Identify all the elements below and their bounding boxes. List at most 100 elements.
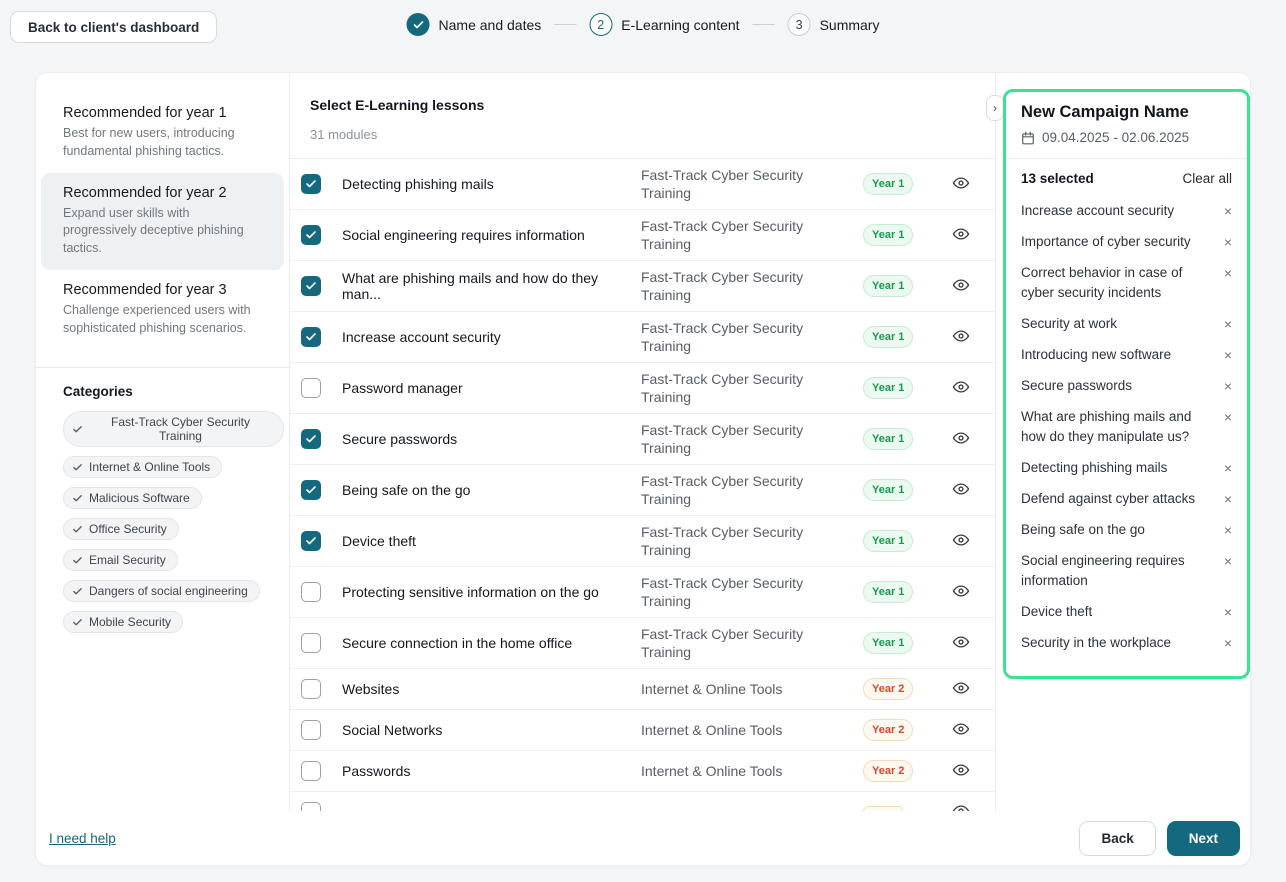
recommendation-title: Recommended for year 2: [63, 185, 262, 201]
preview-lesson-button[interactable]: [951, 802, 971, 811]
remove-item-button[interactable]: ×: [1224, 201, 1232, 221]
recommendation-description: Expand user skills with progressively de…: [63, 205, 262, 258]
year-badge: Year 1: [863, 479, 913, 501]
preview-lesson-button[interactable]: [951, 174, 971, 194]
category-chip[interactable]: Office Security: [63, 518, 179, 540]
preview-lesson-button[interactable]: [951, 480, 971, 500]
lesson-checkbox[interactable]: [301, 480, 321, 500]
lesson-category: Fast-Track Cyber Security Training: [641, 166, 851, 202]
preview-lesson-button[interactable]: [951, 582, 971, 602]
selected-item-label: Detecting phishing mails: [1021, 458, 1167, 478]
year-badge-box: Year 1: [851, 377, 951, 399]
eye-icon: [952, 767, 970, 782]
remove-item-button[interactable]: ×: [1224, 458, 1232, 478]
year-badge-box: Year 1: [851, 632, 951, 654]
remove-item-button[interactable]: ×: [1224, 376, 1232, 396]
category-chip[interactable]: Dangers of social engineering: [63, 580, 260, 602]
stepper-step-3[interactable]: 3Summary: [788, 13, 880, 36]
category-chip[interactable]: Internet & Online Tools: [63, 456, 222, 478]
lesson-checkbox[interactable]: [301, 276, 321, 296]
lesson-name: Device theft: [342, 533, 641, 549]
lesson-row: Being safe on the goFast-Track Cyber Sec…: [290, 465, 995, 516]
categories-title: Categories: [41, 384, 284, 399]
selected-item: Secure passwords×: [1021, 376, 1232, 396]
lesson-checkbox[interactable]: [301, 327, 321, 347]
preview-lesson-button[interactable]: [951, 679, 971, 699]
category-chip[interactable]: Malicious Software: [63, 487, 202, 509]
remove-item-button[interactable]: ×: [1224, 407, 1232, 427]
back-to-dashboard-button[interactable]: Back to client's dashboard: [10, 11, 217, 43]
check-icon: [72, 493, 83, 504]
step-number: 3: [788, 13, 811, 36]
lesson-checkbox[interactable]: [301, 679, 321, 699]
year-badge: Year 1: [863, 632, 913, 654]
remove-item-button[interactable]: ×: [1224, 489, 1232, 509]
lesson-row: WebsitesInternet & Online ToolsYear 2: [290, 669, 995, 710]
selected-item: What are phishing mails and how do they …: [1021, 407, 1232, 447]
remove-item-button[interactable]: ×: [1224, 520, 1232, 540]
lesson-name: What are phishing mails and how do they …: [342, 270, 641, 302]
preview-lesson-button[interactable]: [951, 276, 971, 296]
eye-icon: [952, 231, 970, 246]
remove-item-button[interactable]: ×: [1224, 232, 1232, 252]
preview-lesson-button[interactable]: [951, 720, 971, 740]
year-badge-box: Year 2: [851, 678, 951, 700]
lesson-checkbox[interactable]: [301, 633, 321, 653]
check-icon: [72, 617, 83, 628]
preview-lesson-button[interactable]: [951, 531, 971, 551]
campaign-date-range: 09.04.2025 - 02.06.2025: [1021, 130, 1232, 145]
year-badge-box: Year 1: [851, 173, 951, 195]
lesson-checkbox[interactable]: [301, 174, 321, 194]
stepper-step-1[interactable]: Name and dates: [407, 13, 542, 36]
category-chip[interactable]: Mobile Security: [63, 611, 183, 633]
year-badge-box: Year 1: [851, 326, 951, 348]
clear-all-button[interactable]: Clear all: [1182, 171, 1232, 186]
lesson-category: Fast-Track Cyber Security Training: [641, 217, 851, 253]
recommendation-item-year-3[interactable]: Recommended for year 3Challenge experien…: [41, 270, 284, 350]
selected-item: Increase account security×: [1021, 201, 1232, 221]
sidebar-divider: [36, 367, 289, 368]
stepper-step-2[interactable]: 2E-Learning content: [589, 13, 739, 36]
lesson-checkbox[interactable]: [301, 225, 321, 245]
remove-item-button[interactable]: ×: [1224, 314, 1232, 334]
recommendation-item-year-1[interactable]: Recommended for year 1Best for new users…: [41, 93, 284, 173]
lesson-row: Secure connection in the home officeFast…: [290, 618, 995, 669]
campaign-name: New Campaign Name: [1021, 103, 1232, 122]
lesson-checkbox[interactable]: [301, 802, 321, 811]
preview-lesson-button[interactable]: [951, 327, 971, 347]
preview-lesson-button[interactable]: [951, 429, 971, 449]
category-chip-label: Fast-Track Cyber Security Training: [89, 415, 272, 443]
remove-item-button[interactable]: ×: [1224, 263, 1232, 283]
lesson-category: Fast-Track Cyber Security Training: [641, 268, 851, 304]
preview-lesson-button[interactable]: [951, 378, 971, 398]
category-chip[interactable]: Email Security: [63, 549, 178, 571]
remove-item-button[interactable]: ×: [1224, 602, 1232, 622]
category-chip[interactable]: Fast-Track Cyber Security Training: [63, 411, 284, 447]
lesson-category: Internet & Online Tools: [641, 680, 851, 698]
lesson-checkbox[interactable]: [301, 429, 321, 449]
selection-header: 13 selected Clear all: [1021, 171, 1232, 186]
lesson-checkbox[interactable]: [301, 582, 321, 602]
lesson-row: Increase account securityFast-Track Cybe…: [290, 312, 995, 363]
sidebar: Recommended for year 1Best for new users…: [36, 73, 290, 811]
lesson-checkbox[interactable]: [301, 761, 321, 781]
collapse-panel-button[interactable]: ›: [986, 95, 1004, 121]
preview-lesson-button[interactable]: [951, 761, 971, 781]
back-button[interactable]: Back: [1079, 821, 1155, 856]
lesson-checkbox[interactable]: [301, 378, 321, 398]
year-badge: Year 1: [863, 326, 913, 348]
remove-item-button[interactable]: ×: [1224, 633, 1232, 653]
lesson-checkbox[interactable]: [301, 720, 321, 740]
category-chip-label: Internet & Online Tools: [89, 460, 210, 474]
selected-item-label: Importance of cyber security: [1021, 232, 1191, 252]
preview-lesson-button[interactable]: [951, 633, 971, 653]
recommendation-item-year-2[interactable]: Recommended for year 2 Expand user skills…: [41, 173, 284, 270]
remove-item-button[interactable]: ×: [1224, 551, 1232, 571]
help-link[interactable]: I need help: [49, 831, 116, 846]
lesson-name: Social Networks: [342, 722, 641, 738]
preview-lesson-button[interactable]: [951, 225, 971, 245]
next-button[interactable]: Next: [1167, 821, 1240, 856]
lesson-checkbox[interactable]: [301, 531, 321, 551]
remove-item-button[interactable]: ×: [1224, 345, 1232, 365]
lesson-row: PasswordsInternet & Online ToolsYear 2: [290, 751, 995, 792]
